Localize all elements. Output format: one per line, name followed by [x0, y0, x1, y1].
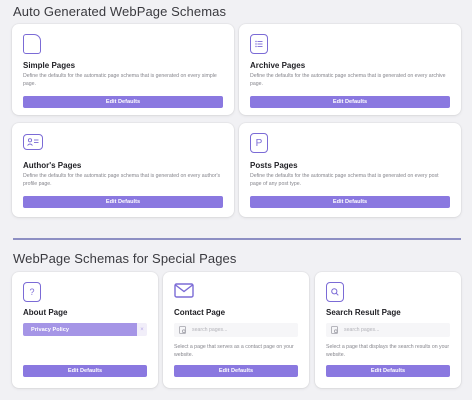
- card-search-result-page: Search Result Page Select a page that di…: [315, 272, 461, 388]
- card-description: Define the defaults for the automatic pa…: [23, 73, 217, 87]
- card-about-page: ? About Page Privacy Policy × Edit Defau…: [12, 272, 158, 388]
- card-posts-pages: P Posts Pages Define the defaults for th…: [239, 123, 461, 217]
- card-description: Define the defaults for the automatic pa…: [250, 73, 446, 87]
- edit-defaults-button[interactable]: Edit Defaults: [23, 365, 147, 377]
- page-search-icon: [179, 326, 186, 334]
- section-title-special: WebPage Schemas for Special Pages: [13, 251, 237, 266]
- card-description: Select a page that serves as a contact p…: [174, 344, 294, 358]
- card-title: Archive Pages: [250, 61, 306, 70]
- envelope-icon: [174, 283, 194, 303]
- page-search-field: [326, 323, 450, 337]
- selected-page-field: Privacy Policy ×: [23, 323, 147, 336]
- card-simple-pages: Simple Pages Define the defaults for the…: [12, 24, 234, 115]
- edit-defaults-button[interactable]: Edit Defaults: [23, 96, 223, 108]
- card-title: Contact Page: [174, 308, 226, 317]
- letter-p-icon: P: [250, 133, 268, 153]
- edit-defaults-button[interactable]: Edit Defaults: [23, 196, 223, 208]
- section-divider: [13, 238, 461, 240]
- page-search-input[interactable]: [192, 327, 272, 333]
- card-archive-pages: Archive Pages Define the defaults for th…: [239, 24, 461, 115]
- question-mark-icon: ?: [23, 282, 41, 302]
- page-search-input[interactable]: [344, 327, 424, 333]
- profile-card-icon: [23, 134, 43, 150]
- remove-selection-button[interactable]: ×: [137, 323, 147, 336]
- card-description: Select a page that displays the search r…: [326, 344, 450, 358]
- edit-defaults-button[interactable]: Edit Defaults: [250, 196, 450, 208]
- page-search-icon: [331, 326, 338, 334]
- card-title: Search Result Page: [326, 308, 401, 317]
- card-title: About Page: [23, 308, 68, 317]
- section-title-auto: Auto Generated WebPage Schemas: [13, 4, 227, 19]
- page-search-field: [174, 323, 298, 337]
- search-icon: [326, 282, 344, 302]
- card-title: Author's Pages: [23, 161, 82, 170]
- edit-defaults-button[interactable]: Edit Defaults: [250, 96, 450, 108]
- list-icon: [250, 34, 268, 54]
- edit-defaults-button[interactable]: Edit Defaults: [326, 365, 450, 377]
- card-description: Define the defaults for the automatic pa…: [250, 173, 439, 187]
- card-authors-pages: Author's Pages Define the defaults for t…: [12, 123, 234, 217]
- card-contact-page: Contact Page Select a page that serves a…: [163, 272, 309, 388]
- selected-page-chip: Privacy Policy: [23, 323, 137, 336]
- card-title: Simple Pages: [23, 61, 76, 70]
- document-icon: [23, 34, 41, 54]
- card-description: Define the defaults for the automatic pa…: [23, 173, 221, 187]
- card-title: Posts Pages: [250, 161, 298, 170]
- edit-defaults-button[interactable]: Edit Defaults: [174, 365, 298, 377]
